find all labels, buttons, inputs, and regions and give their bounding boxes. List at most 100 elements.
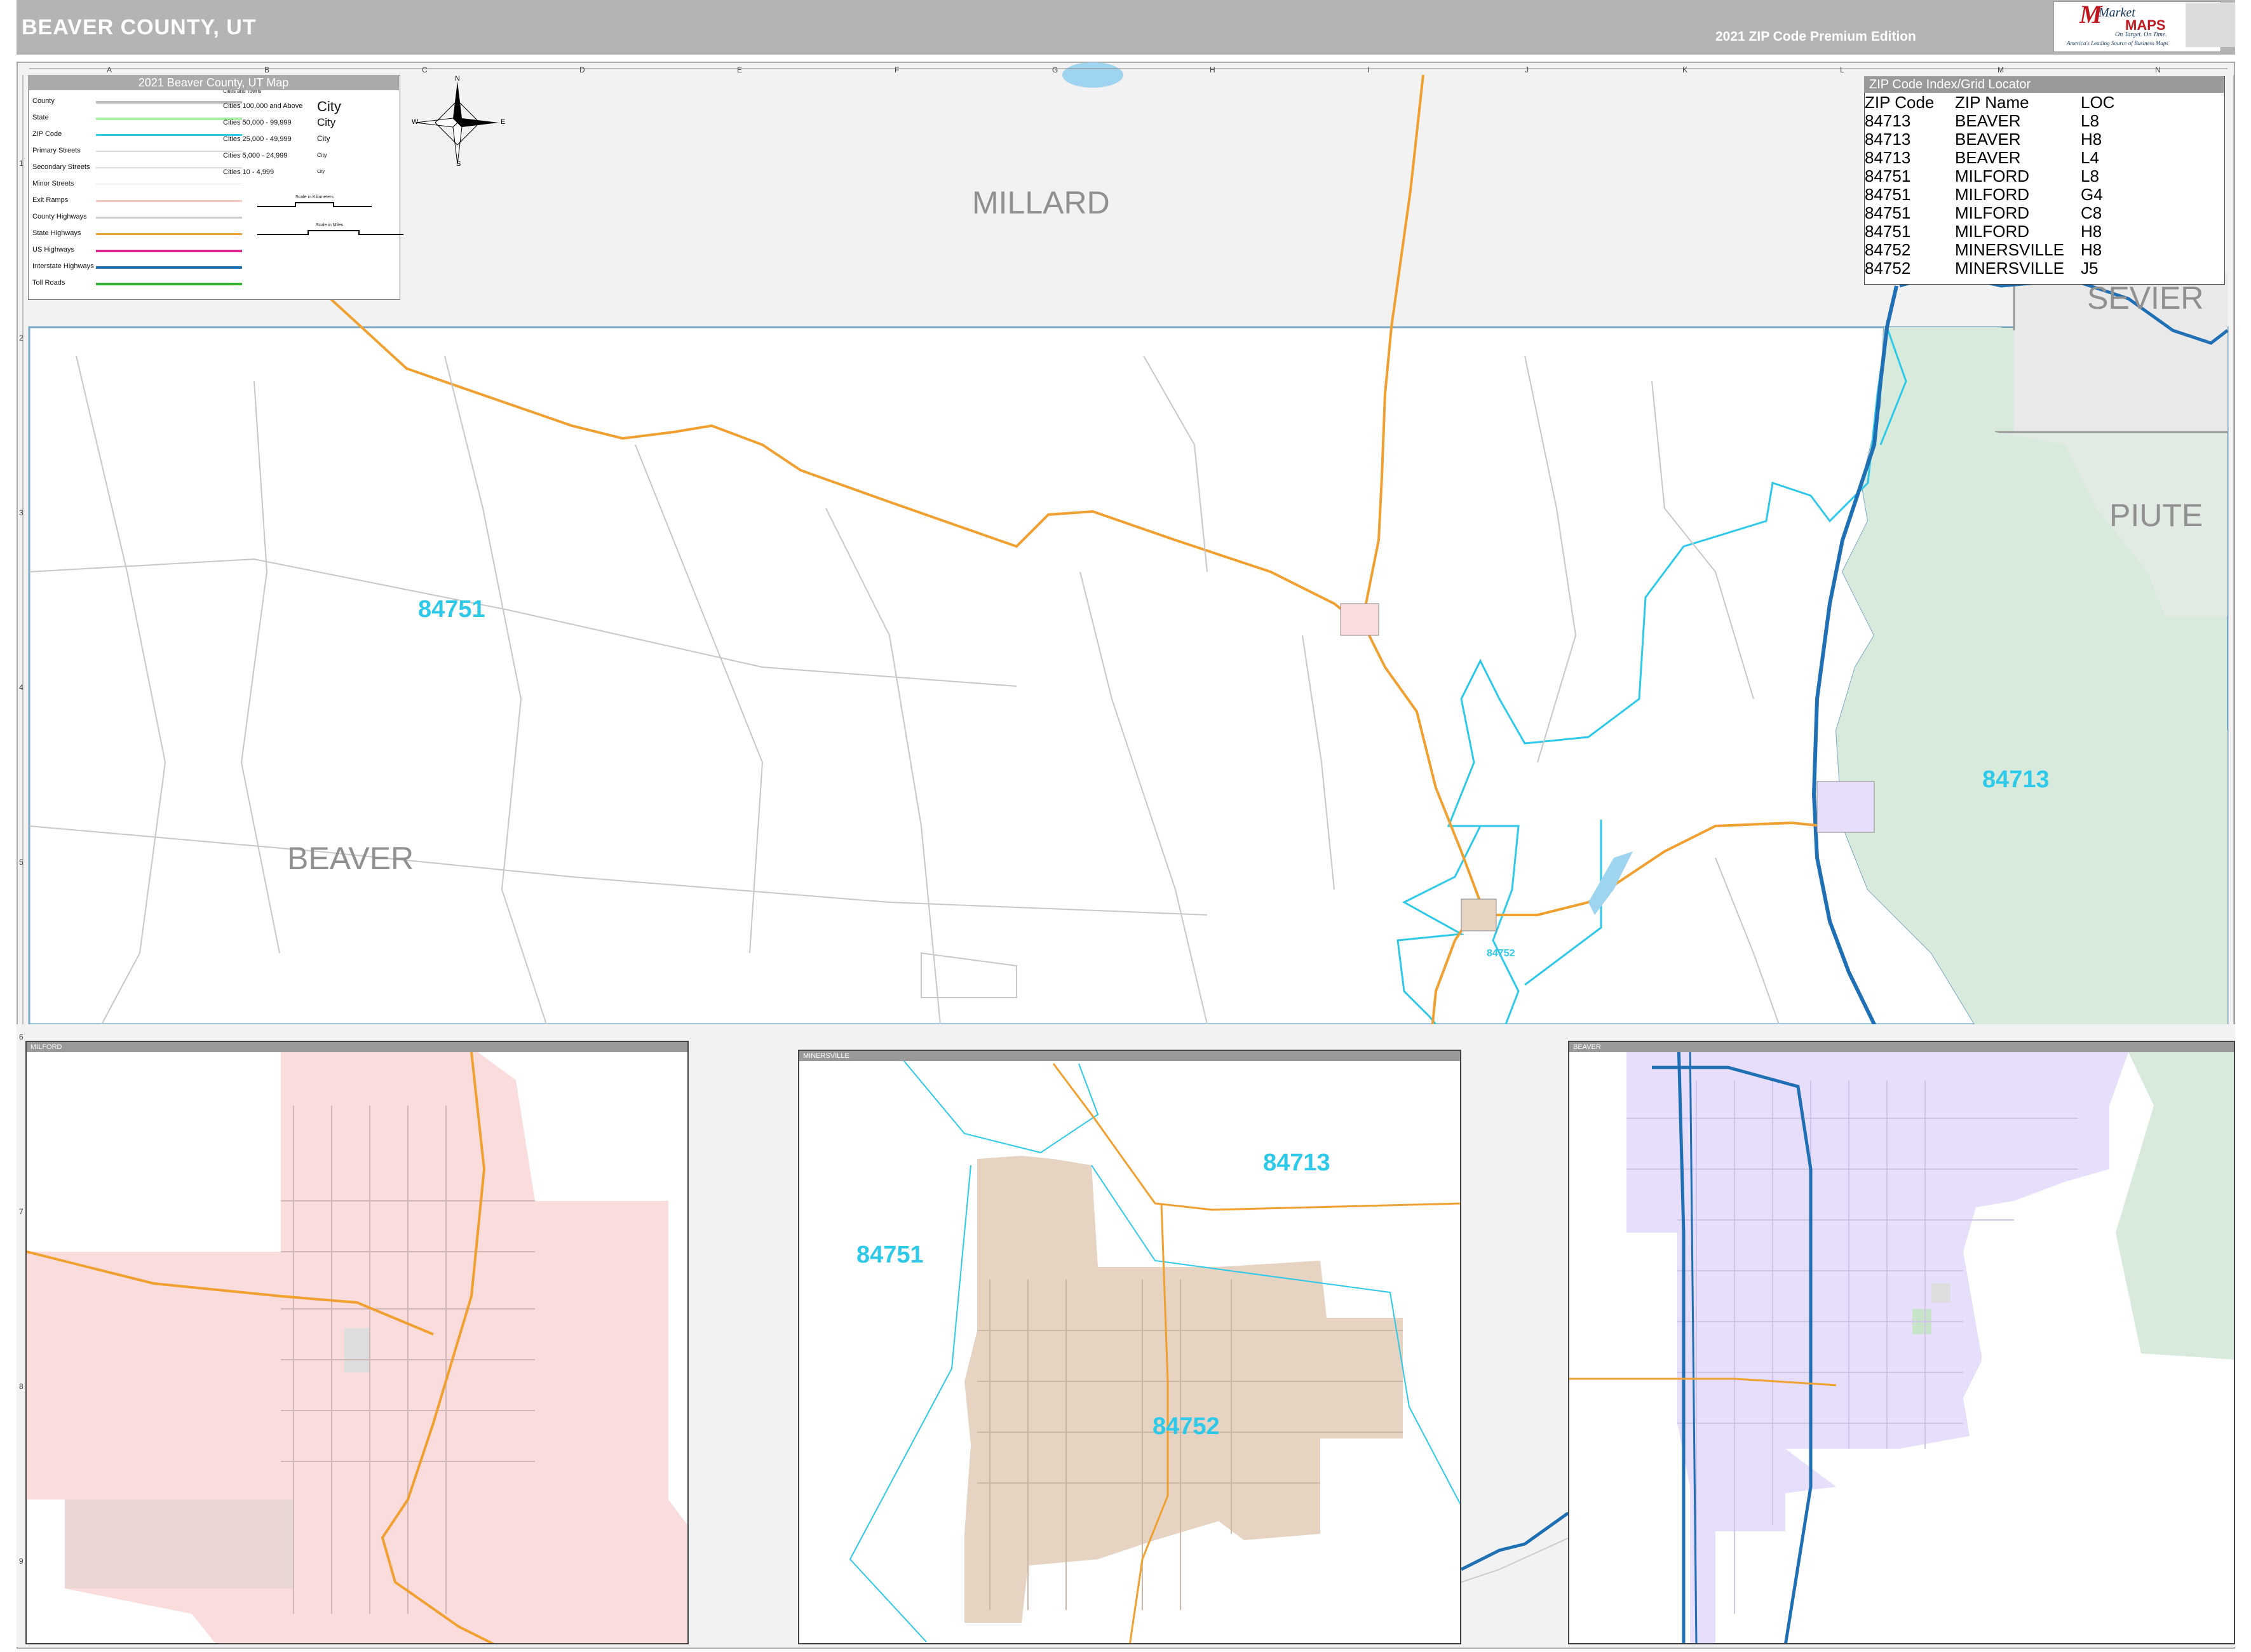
zip-code-cell: 84752	[1865, 259, 1911, 278]
inset-milford-title: MILFORD	[27, 1042, 687, 1052]
inset-beaver: BEAVER	[1568, 1041, 2235, 1644]
compass-s: S	[456, 160, 461, 168]
minersville-city-area	[1461, 898, 1497, 931]
inset-milford: MILFORD	[25, 1041, 689, 1644]
grid-row-7: 7	[19, 1207, 24, 1216]
legend-city-50k: Cities 50,000 - 99,999	[223, 119, 292, 126]
legend-city-10-sample: City	[317, 170, 325, 174]
zip-code-cell: 84751	[1865, 185, 1911, 204]
county-label-piute: PIUTE	[2109, 498, 2203, 533]
grid-row-4: 4	[19, 683, 24, 692]
milford-inset-map	[27, 1052, 687, 1643]
legend-secondary-line	[96, 167, 242, 168]
zip-index-table: ZIP Code ZIP Name LOC 84713 BEAVER L8 8471…	[1864, 76, 2225, 285]
legend-exit-ramps: Exit Ramps	[32, 196, 69, 204]
legend-interstate: Interstate Highways	[32, 262, 94, 270]
zip-name-cell: BEAVER	[1955, 148, 2021, 167]
grid-col-b: B	[264, 65, 270, 74]
connector-roads	[1461, 1512, 1569, 1583]
grid-row-8: 8	[19, 1382, 24, 1391]
legend-city-100k: Cities 100,000 and Above	[223, 102, 303, 110]
beaver-city-area	[1816, 781, 1875, 833]
legend-primary-line	[96, 151, 242, 152]
zip-name-cell: BEAVER	[1955, 111, 2021, 130]
grid-col-d: D	[579, 65, 585, 74]
table-row: 84751 MILFORD L8	[1865, 167, 2224, 186]
grid-row-2: 2	[19, 334, 24, 342]
zip-code-cell: 84751	[1865, 166, 1911, 186]
grid-row-1: 1	[19, 159, 24, 168]
hdr-zip-name: ZIP Name	[1955, 93, 2029, 112]
zip-index-title: ZIP Code Index/Grid Locator	[1864, 76, 2224, 93]
zip-label-84713: 84713	[1982, 766, 2050, 793]
minersville-inset-map	[849, 1057, 1460, 1643]
milford-city-area	[1340, 603, 1379, 636]
grid-col-k: K	[1682, 65, 1688, 74]
legend-toll: Toll Roads	[32, 279, 65, 287]
legend-toll-line	[96, 283, 242, 285]
grid-col-j: J	[1525, 65, 1529, 74]
legend-city-50k-sample: City	[317, 116, 336, 128]
hdr-loc: LOC	[2081, 93, 2115, 112]
zip-name-cell: MILFORD	[1955, 185, 2029, 204]
legend-scale-mi: Scale in Miles	[316, 223, 344, 227]
legend-city-25k-sample: City	[317, 134, 330, 143]
loc-cell: J5	[2081, 259, 2099, 278]
loc-cell: H8	[2081, 130, 2102, 149]
loc-cell: H8	[2081, 222, 2102, 241]
zip-code-cell: 84713	[1865, 148, 1911, 167]
zip-name-cell: MILFORD	[1955, 166, 2029, 186]
legend-minor: Minor Streets	[32, 180, 74, 187]
legend-city-5k-sample: City	[317, 152, 327, 158]
inset-zip-84713: 84713	[1263, 1149, 1330, 1176]
legend-scale-km: Scale in Kilometers	[295, 195, 334, 200]
zip-name-cell: MILFORD	[1955, 222, 2029, 241]
loc-cell: G4	[2081, 185, 2103, 204]
lake-north	[1062, 62, 1123, 88]
zip-code-cell: 84752	[1865, 240, 1911, 259]
legend-title: 2021 Beaver County, UT Map	[28, 75, 399, 90]
inset-minersville: MINERSVILLE 84713 84751 84752	[798, 1050, 1461, 1644]
legend-state-hwy-line	[96, 233, 242, 235]
inset-beaver-title: BEAVER	[1569, 1042, 2234, 1052]
zip-code-cell: 84751	[1865, 222, 1911, 241]
table-row: 84713 BEAVER L8	[1865, 112, 2224, 130]
inset-zip-84752: 84752	[1153, 1413, 1220, 1440]
compass-rose-icon	[416, 81, 499, 165]
grid-col-l: L	[1840, 65, 1844, 74]
legend-city-10: Cities 10 - 4,999	[223, 168, 274, 176]
zip-index-header: ZIP Code ZIP Name LOC	[1865, 93, 2224, 112]
compass-n: N	[455, 75, 460, 83]
table-row: 84751 MILFORD C8	[1865, 204, 2224, 222]
zip-name-cell: MINERSVILLE	[1955, 259, 2064, 278]
grid-row-9: 9	[19, 1557, 24, 1566]
zip-name-cell: MINERSVILLE	[1955, 240, 2064, 259]
table-row: 84713 BEAVER L4	[1865, 149, 2224, 167]
legend-county-hwy: County Highways	[32, 213, 87, 220]
grid-col-a: A	[107, 65, 112, 74]
county-label-sevier: SEVIER	[2087, 280, 2204, 316]
table-row: 84752 MINERSVILLE J5	[1865, 259, 2224, 278]
legend-county-hwy-line	[96, 217, 242, 219]
loc-cell: L8	[2081, 166, 2099, 186]
table-row: 84752 MINERSVILLE H8	[1865, 241, 2224, 259]
compass-e: E	[501, 118, 506, 126]
table-row: 84751 MILFORD H8	[1865, 222, 2224, 241]
legend-state-line	[96, 118, 242, 120]
hdr-zip-code: ZIP Code	[1865, 93, 1935, 112]
legend-state-hwy: State Highways	[32, 229, 81, 237]
grid-col-h: H	[1210, 65, 1215, 74]
legend-interstate-line	[96, 266, 242, 269]
grid-col-m: M	[1998, 65, 2004, 74]
grid-col-e: E	[737, 65, 743, 74]
legend-state: State	[32, 114, 49, 121]
beaver-inset-map	[1569, 1042, 2234, 1643]
legend-box: County State ZIP Code Primary Streets Se…	[28, 75, 403, 300]
legend-county: County	[32, 97, 55, 105]
legend-us-hwy: US Highways	[32, 246, 75, 254]
compass-w: W	[412, 118, 419, 126]
grid-col-i: I	[1367, 65, 1370, 74]
zip-name-cell: MILFORD	[1955, 203, 2029, 222]
legend-secondary: Secondary Streets	[32, 163, 90, 171]
legend-county-line	[96, 101, 242, 104]
